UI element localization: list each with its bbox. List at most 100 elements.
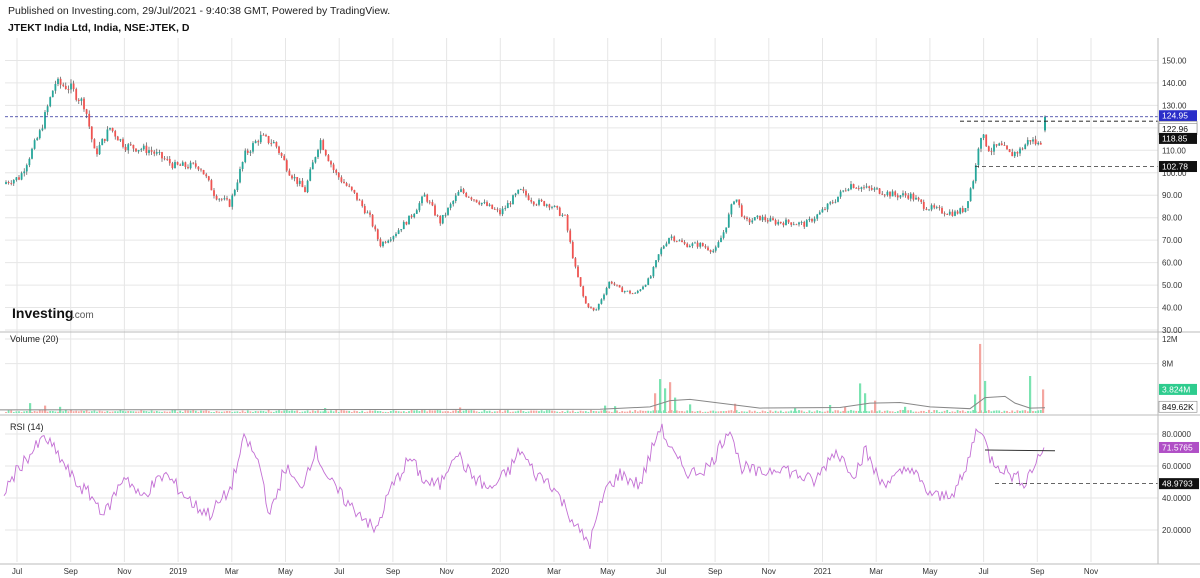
volume-bar — [1000, 411, 1003, 413]
volume-bar — [114, 411, 117, 413]
candle-body — [561, 214, 564, 216]
volume-bar — [912, 411, 915, 413]
candle-body — [954, 211, 956, 216]
candle-body — [831, 202, 834, 204]
candle-body — [691, 243, 694, 246]
candle-body — [493, 208, 496, 210]
candle-body — [163, 158, 166, 160]
candle-body — [488, 204, 491, 206]
rsi-level-tag: 48.9793 — [1162, 479, 1193, 489]
candle-body — [496, 209, 499, 211]
volume-bar — [332, 411, 335, 413]
volume-bar — [402, 411, 405, 413]
volume-bar — [779, 410, 782, 413]
volume-bar — [374, 410, 377, 413]
candle-body — [540, 199, 543, 202]
volume-bar — [818, 411, 821, 413]
candle-body — [340, 177, 343, 182]
volume-bar — [634, 410, 637, 413]
candle-body — [878, 188, 881, 194]
chart-canvas[interactable]: Jul Sep Nov 2019 Mar May Jul Sep Nov 2020 Mar May Ju… — [0, 0, 1200, 578]
volume-bar — [876, 411, 878, 413]
candle-body — [525, 190, 527, 196]
volume-bar — [64, 409, 67, 413]
price-tick-label: 110.00 — [1162, 146, 1186, 155]
candle-body — [727, 214, 730, 228]
candle-body — [244, 150, 247, 163]
volume-bar — [946, 409, 949, 413]
candle-body — [740, 205, 743, 217]
candle-body — [990, 151, 993, 153]
candle-body — [70, 83, 72, 90]
candle-body — [683, 242, 686, 244]
candle-body — [584, 296, 587, 304]
volume-bar — [743, 411, 746, 413]
volume-bar — [171, 410, 174, 413]
volume-bar — [246, 410, 249, 413]
x-tick-label: Nov — [1084, 567, 1098, 576]
volume-bar — [262, 410, 265, 413]
candle-body — [595, 309, 598, 311]
volume-bar — [772, 411, 774, 413]
volume-bar — [564, 412, 566, 413]
volume-bar — [452, 410, 455, 413]
candle-body — [90, 126, 93, 140]
candle-body — [171, 163, 174, 169]
price-tick-label: 60.00 — [1162, 259, 1183, 268]
candle-body — [49, 97, 52, 107]
volume-bar — [304, 411, 306, 413]
volume-bar — [709, 410, 712, 413]
candle-body — [337, 172, 340, 178]
volume-bar — [595, 411, 598, 413]
volume-tick-label: 8M — [1162, 360, 1173, 369]
x-tick-label: Nov — [762, 567, 776, 576]
volume-bar — [956, 410, 959, 413]
rsi-tick-label: 20.0000 — [1162, 526, 1191, 535]
volume-bar — [902, 410, 904, 413]
candle-body — [148, 150, 150, 153]
candle-body — [782, 223, 785, 226]
volume-bar — [909, 410, 912, 413]
candle-body — [896, 195, 899, 198]
candle-body — [462, 189, 465, 193]
price-tick-label: 40.00 — [1162, 304, 1183, 313]
volume-bar — [470, 410, 473, 413]
candle-body — [135, 148, 137, 152]
volume-bar — [395, 410, 397, 413]
candle-body — [353, 189, 356, 193]
volume-bar — [29, 403, 32, 413]
volume-bar — [811, 411, 813, 413]
candle-body — [460, 189, 462, 192]
volume-bar — [122, 410, 124, 413]
candle-body — [785, 219, 787, 226]
candle-body — [361, 200, 364, 207]
candle-body — [236, 182, 239, 191]
volume-bar — [930, 412, 933, 413]
volume-bar — [691, 411, 694, 413]
candle-body — [413, 213, 416, 218]
candle-body — [140, 149, 143, 151]
candle-body — [712, 250, 715, 252]
volume-pane[interactable] — [0, 343, 1046, 413]
volume-tick-label: 12M — [1162, 335, 1178, 344]
candle-body — [925, 208, 928, 210]
volume-bar — [704, 411, 707, 413]
candle-body — [241, 162, 244, 169]
candle-body — [509, 203, 512, 205]
candle-body — [982, 134, 985, 138]
candle-body — [1006, 145, 1008, 150]
candle-body — [205, 174, 208, 177]
candle-body — [766, 220, 769, 222]
volume-bar — [223, 411, 226, 413]
volume-bar — [725, 411, 728, 413]
volume-bar — [488, 410, 491, 413]
candle-body — [1032, 139, 1034, 142]
volume-bar — [574, 412, 577, 413]
candle-body — [759, 215, 761, 221]
candle-body — [922, 201, 925, 209]
volume-bar — [491, 411, 494, 413]
volume-bar — [220, 411, 223, 413]
volume-bar — [119, 410, 122, 413]
candle-body — [93, 139, 96, 149]
candle-body — [161, 152, 163, 159]
